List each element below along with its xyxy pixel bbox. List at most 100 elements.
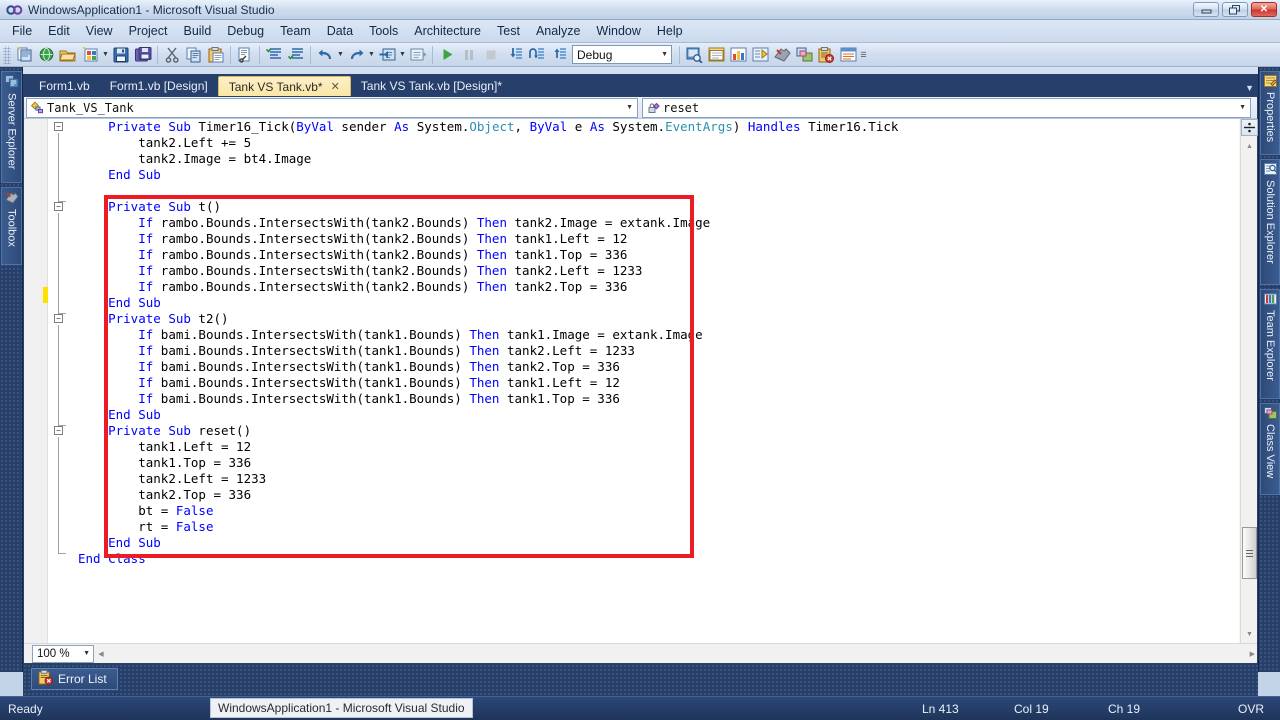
maximize-restore-button[interactable] [1222, 2, 1248, 17]
split-view-icon[interactable] [1241, 119, 1258, 136]
close-button[interactable]: ✕ [1251, 2, 1277, 17]
error-list-icon[interactable] [815, 44, 837, 66]
save-icon[interactable] [110, 44, 132, 66]
sidebar-item-properties[interactable]: Properties [1260, 71, 1280, 155]
uncomment-icon[interactable] [285, 44, 307, 66]
menu-item-data[interactable]: Data [319, 21, 361, 41]
open-file-icon[interactable] [57, 44, 79, 66]
code-token: End Sub [108, 535, 161, 550]
pause-icon[interactable] [458, 44, 480, 66]
minimize-button[interactable] [1193, 2, 1219, 17]
redo-dropdown-arrow[interactable]: ▼ [367, 44, 376, 66]
code-text-area[interactable]: − − − − Private Sub Timer16_Tick(ByVal send… [48, 119, 1239, 643]
menu-item-build[interactable]: Build [175, 21, 219, 41]
sidebar-item-toolbox[interactable]: Toolbox [1, 187, 22, 265]
code-token: tank2.Left = 1233 [514, 263, 643, 278]
code-token: bami.Bounds.IntersectsWith(tank1.Bounds) [160, 343, 470, 358]
type-dropdown[interactable]: Tank_VS_Tank ▼ [26, 97, 638, 118]
sidebar-item-team-explorer[interactable]: Team Explorer [1260, 289, 1280, 399]
chevron-down-icon[interactable]: ▼ [661, 51, 668, 58]
stop-icon[interactable] [480, 44, 502, 66]
solution-configuration-combo[interactable]: Debug ▼ [572, 45, 672, 64]
redo-icon[interactable] [345, 44, 367, 66]
undo-dropdown-arrow[interactable]: ▼ [336, 44, 345, 66]
toolbar-overflow-chevron-icon[interactable]: ☰ [859, 44, 868, 66]
menu-item-window[interactable]: Window [588, 21, 648, 41]
new-project-icon[interactable] [13, 44, 35, 66]
add-new-item-dropdown-arrow[interactable]: ▼ [101, 44, 110, 66]
sidebar-item-solution-explorer[interactable]: Solution Explorer [1260, 159, 1280, 285]
find-in-files-icon[interactable] [683, 44, 705, 66]
document-tab-form1-vb-design[interactable]: Form1.vb [Design] [100, 76, 218, 96]
visual-studio-infinity-icon [5, 3, 23, 17]
navigate-forward-icon[interactable] [407, 44, 429, 66]
code-token: tank2.Top = 336 [514, 279, 628, 294]
new-web-site-icon[interactable] [35, 44, 57, 66]
toolbox-icon[interactable] [771, 44, 793, 66]
add-new-item-icon[interactable] [79, 44, 101, 66]
sidebar-item-server-explorer[interactable]: Server Explorer [1, 71, 22, 183]
navigate-backward-icon[interactable] [376, 44, 398, 66]
code-token: Then [476, 247, 515, 262]
scroll-down-arrow-icon[interactable]: ▼ [1241, 627, 1258, 641]
document-tab-label: Form1.vb [39, 79, 90, 93]
code-token: bt = [138, 503, 176, 518]
menu-item-architecture[interactable]: Architecture [406, 21, 489, 41]
scroll-right-arrow-icon[interactable]: ▶ [1250, 650, 1255, 658]
chevron-down-icon[interactable]: ▼ [83, 650, 90, 657]
scroll-left-arrow-icon[interactable]: ◀ [94, 650, 108, 658]
save-all-icon[interactable] [132, 44, 154, 66]
output-window-icon[interactable] [837, 44, 859, 66]
find-icon[interactable] [234, 44, 256, 66]
solution-explorer-icon[interactable] [749, 44, 771, 66]
chevron-down-icon[interactable]: ▼ [1239, 104, 1246, 111]
cut-icon[interactable] [161, 44, 183, 66]
step-into-icon[interactable] [502, 44, 524, 66]
menu-item-team[interactable]: Team [272, 21, 319, 41]
undo-icon[interactable] [314, 44, 336, 66]
paste-icon[interactable] [205, 44, 227, 66]
scroll-up-arrow-icon[interactable]: ▲ [1241, 139, 1258, 153]
dock-item-error-list[interactable]: Error List [31, 668, 118, 690]
menu-item-debug[interactable]: Debug [219, 21, 272, 41]
source-code[interactable]: Private Sub Timer16_Tick(ByVal sender As… [48, 119, 1239, 567]
class-view-icon [1263, 407, 1277, 422]
class-view-icon[interactable] [793, 44, 815, 66]
navigate-backward-dropdown-arrow[interactable]: ▼ [398, 44, 407, 66]
code-token: Then [476, 215, 515, 230]
close-icon[interactable]: ✕ [331, 80, 340, 93]
code-token: If [138, 263, 161, 278]
properties-window-icon[interactable] [705, 44, 727, 66]
zoom-level-combo[interactable]: 100 % ▼ [32, 644, 94, 663]
menu-item-tools[interactable]: Tools [361, 21, 406, 41]
toolbar-grip[interactable] [3, 45, 11, 64]
status-insert-mode: OVR [1238, 701, 1265, 716]
tab-list-chevron-icon[interactable]: ▼ [1245, 83, 1254, 93]
chevron-down-icon[interactable]: ▼ [626, 104, 633, 111]
window-title: WindowsApplication1 - Microsoft Visual S… [28, 2, 275, 17]
code-token: rambo.Bounds.IntersectsWith(tank2.Bounds… [160, 231, 477, 246]
document-tab-tank-vs-tank-vb[interactable]: Tank VS Tank.vb* ✕ [217, 76, 351, 96]
code-token: t2() [198, 311, 229, 326]
document-tab-form1-vb[interactable]: Form1.vb [29, 76, 100, 96]
object-browser-icon[interactable] [727, 44, 749, 66]
scrollbar-thumb[interactable] [1242, 527, 1257, 579]
copy-icon[interactable] [183, 44, 205, 66]
member-dropdown[interactable]: reset ▼ [642, 97, 1251, 118]
menu-item-view[interactable]: View [78, 21, 121, 41]
menu-item-help[interactable]: Help [649, 21, 691, 41]
comment-icon[interactable] [263, 44, 285, 66]
menu-item-file[interactable]: File [4, 21, 40, 41]
start-debugging-icon[interactable] [436, 44, 458, 66]
menu-item-analyze[interactable]: Analyze [528, 21, 588, 41]
editor-vertical-scrollbar[interactable]: ▲ ▼ [1240, 119, 1258, 643]
menu-item-edit[interactable]: Edit [40, 21, 78, 41]
step-over-icon[interactable] [524, 44, 546, 66]
type-dropdown-value: Tank_VS_Tank [47, 100, 134, 115]
document-tab-tank-vs-tank-vb-design[interactable]: Tank VS Tank.vb [Design]* [351, 76, 512, 96]
menu-item-project[interactable]: Project [121, 21, 176, 41]
editor-selection-margin[interactable] [24, 119, 48, 643]
step-out-icon[interactable] [546, 44, 568, 66]
sidebar-item-class-view[interactable]: Class View [1260, 403, 1280, 495]
menu-item-test[interactable]: Test [489, 21, 528, 41]
